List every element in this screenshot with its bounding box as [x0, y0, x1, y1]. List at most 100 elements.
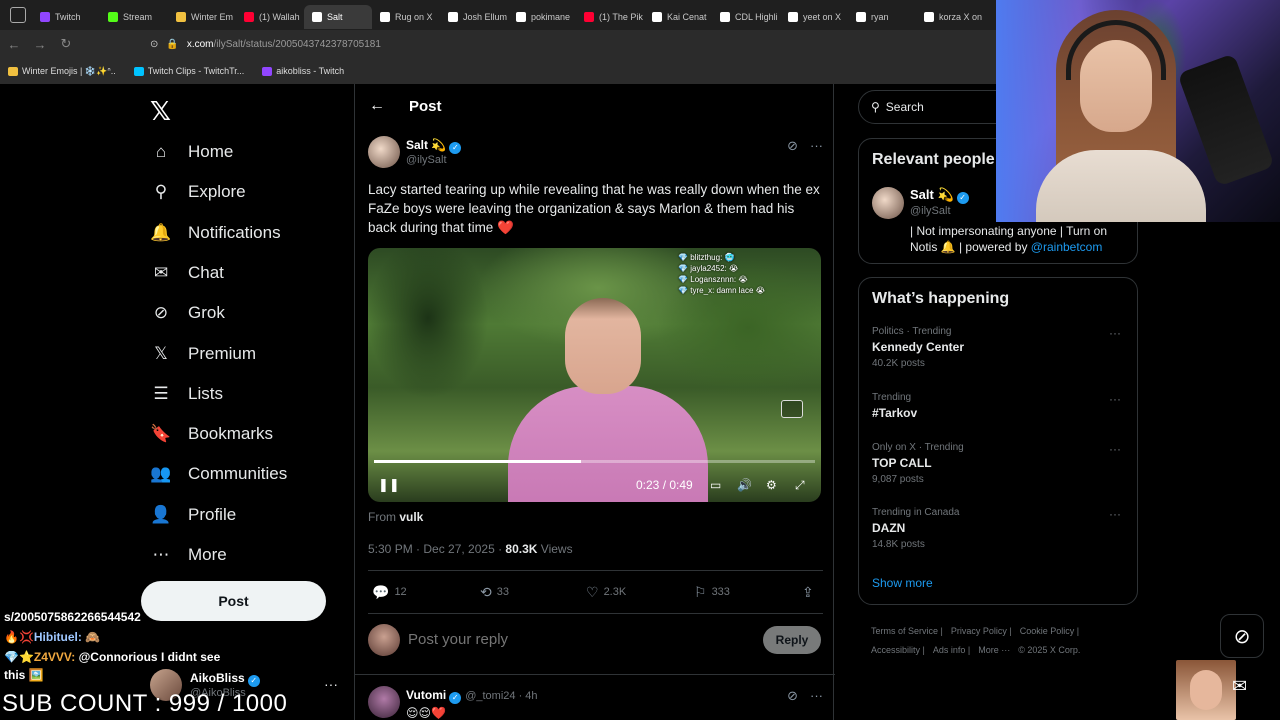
grok-icon[interactable]: ⊘ [787, 138, 798, 154]
more-dots-icon[interactable]: ··· [810, 138, 823, 154]
picture-in-picture-icon[interactable] [781, 400, 803, 418]
more-dots-icon[interactable]: ··· [1109, 507, 1121, 521]
browser-tab[interactable]: yeet on X [780, 5, 848, 29]
browser-tab[interactable]: pokimane [508, 5, 576, 29]
fullscreen-icon[interactable]: ⤢ [795, 478, 805, 493]
bookmark-icon: ⚐ [694, 583, 707, 600]
trend-count: 40.2K posts [872, 358, 925, 369]
chat-username: 💎⭐Z4VVV: [4, 650, 76, 664]
browser-tab[interactable]: Twitch [32, 5, 100, 29]
nav-item-more[interactable]: ⋯ More [150, 541, 227, 569]
bookmark-item[interactable]: aikobliss - Twitch [262, 66, 344, 76]
video-time: 0:23 / 0:49 [636, 478, 693, 492]
forward-icon[interactable]: → [28, 32, 52, 56]
tweet-author-name[interactable]: Salt 💫 [406, 138, 446, 152]
more-dots-icon[interactable]: ··· [324, 676, 338, 692]
browser-tab[interactable]: Winter Em [168, 5, 236, 29]
browser-tab[interactable]: Rug on X [372, 5, 440, 29]
nav-item-bookmarks[interactable]: 🔖 Bookmarks [150, 420, 273, 448]
browser-tab[interactable]: Kai Cenat [644, 5, 712, 29]
nav-item-lists[interactable]: ☰ Lists [150, 380, 223, 408]
share-action[interactable]: ⇪ [802, 584, 814, 601]
grok-floating-icon[interactable]: ⊘ [1220, 614, 1264, 658]
tab-label: pokimane [531, 11, 571, 22]
trend-item[interactable]: Trending #Tarkov ··· [872, 392, 1127, 420]
video-source: From vulk [368, 510, 424, 524]
post-button[interactable]: Post [141, 581, 326, 621]
tab-menu-icon[interactable] [10, 7, 26, 23]
avatar[interactable] [368, 686, 400, 718]
reply-action[interactable]: 💬 12 [372, 584, 407, 601]
nav-item-label: Bookmarks [188, 424, 274, 444]
chat-message: 🔥💢Hibituel: 🙈 [4, 630, 100, 644]
more-dots-icon[interactable]: ··· [1109, 326, 1121, 340]
repost-action[interactable]: ⟲ 33 [480, 584, 509, 601]
nav-item-explore[interactable]: ⚲ Explore [150, 178, 246, 206]
footer-link[interactable]: Accessibility | [871, 645, 925, 655]
x-logo-icon[interactable]: 𝕏 [150, 96, 171, 127]
more-dots-icon[interactable]: ··· [1109, 442, 1121, 456]
avatar[interactable] [872, 187, 904, 219]
bookmark-item[interactable]: Winter Emojis | ❄️✨ᐢ.. [8, 66, 116, 77]
heart-icon: ♡ [586, 583, 599, 600]
volume-icon[interactable]: 🔊 [737, 478, 752, 492]
card-title: Relevant people [872, 151, 995, 168]
bookmark-item[interactable]: Twitch Clips - TwitchTr... [133, 66, 244, 76]
browser-tab[interactable]: korza X on [916, 5, 984, 29]
tweet-timestamp[interactable]: 5:30 PM · Dec 27, 2025 · [368, 542, 502, 556]
footer-link[interactable]: Ads info | [933, 645, 970, 655]
bookmark-action[interactable]: ⚐ 333 [694, 584, 730, 601]
tweet-author-handle[interactable]: @ilySalt [406, 154, 447, 166]
address-bar[interactable]: ⊙ 🔒 x.com/ilySalt/status/200504374237870… [150, 33, 990, 55]
reload-icon[interactable]: ↻ [54, 32, 78, 56]
nav-item-chat[interactable]: ✉ Chat [150, 259, 224, 287]
browser-tab[interactable]: Salt [304, 4, 372, 29]
trend-item[interactable]: Politics · Trending Kennedy Center 40.2K p… [872, 326, 1127, 369]
reply-tweet[interactable]: Vutomi ✓ @_tomi24 · 4h 😌😌❤️ ⊘ ··· [368, 684, 823, 720]
nav-item-home[interactable]: ⌂ Home [150, 138, 234, 166]
more-dots-icon[interactable]: ··· [1109, 392, 1121, 406]
footer-link[interactable]: © 2025 X Corp. [1018, 645, 1080, 655]
reply-author-name[interactable]: Vutomi [406, 688, 446, 702]
reply-input[interactable] [408, 631, 738, 648]
url-path: /ilySalt/status/2005043742378705181 [213, 38, 381, 50]
back-icon[interactable]: ← [2, 32, 26, 56]
video-source-link[interactable]: vulk [399, 510, 423, 524]
trend-item[interactable]: Trending in Canada DAZN 14.8K posts ··· [872, 507, 1127, 550]
search-input[interactable]: Search [886, 100, 924, 114]
footer-link[interactable]: Terms of Service | [871, 626, 943, 636]
footer-link[interactable]: Privacy Policy | [951, 626, 1012, 636]
browser-tab[interactable]: (1) The Pik [576, 5, 644, 29]
relevant-person-handle[interactable]: @ilySalt [910, 205, 951, 217]
show-more-link[interactable]: Show more [872, 576, 933, 590]
footer-link[interactable]: Cookie Policy | [1020, 626, 1079, 636]
nav-item-grok[interactable]: ⊘ Grok [150, 299, 225, 327]
bio-link[interactable]: @rainbetcom [1031, 240, 1103, 254]
nav-item-communities[interactable]: 👥 Communities [150, 460, 287, 488]
more-dots-icon[interactable]: ··· [810, 688, 823, 704]
browser-tab[interactable]: ryan [848, 5, 916, 29]
captions-icon[interactable]: ▭ [710, 478, 721, 492]
browser-tab[interactable]: Stream [100, 5, 168, 29]
trend-item[interactable]: Only on X · Trending TOP CALL 9,087 posts ·… [872, 442, 1127, 485]
page-title: Post [409, 97, 442, 115]
avatar[interactable] [368, 136, 400, 168]
back-arrow-icon[interactable]: ← [369, 97, 385, 115]
footer-link[interactable]: More ··· [978, 645, 1010, 655]
pause-icon[interactable]: ❚❚ [378, 477, 400, 493]
site-info-icon[interactable]: ⊙ [150, 39, 158, 50]
video-player[interactable]: 💎 blitzthug: 🥶 💎 jayla2452: 😭 💎 Logansznnn… [368, 248, 821, 502]
browser-tab[interactable]: (1) Wallah [236, 5, 304, 29]
browser-tab[interactable]: Josh Ellum [440, 5, 508, 29]
like-action[interactable]: ♡ 2.3K [586, 584, 626, 601]
grok-icon[interactable]: ⊘ [787, 688, 798, 704]
browser-tab[interactable]: CDL Highli [712, 5, 780, 29]
reply-button[interactable]: Reply [763, 626, 821, 654]
nav-item-notifications[interactable]: 🔔 Notifications [150, 219, 280, 247]
video-progress-bar[interactable] [374, 460, 815, 463]
relevant-person-name[interactable]: Salt 💫 [910, 187, 954, 202]
nav-item-profile[interactable]: 👤 Profile [150, 501, 236, 529]
settings-icon[interactable]: ⚙ [766, 478, 777, 492]
messages-icon[interactable]: ✉ [1232, 676, 1247, 697]
nav-item-premium[interactable]: 𝕏 Premium [150, 340, 256, 368]
